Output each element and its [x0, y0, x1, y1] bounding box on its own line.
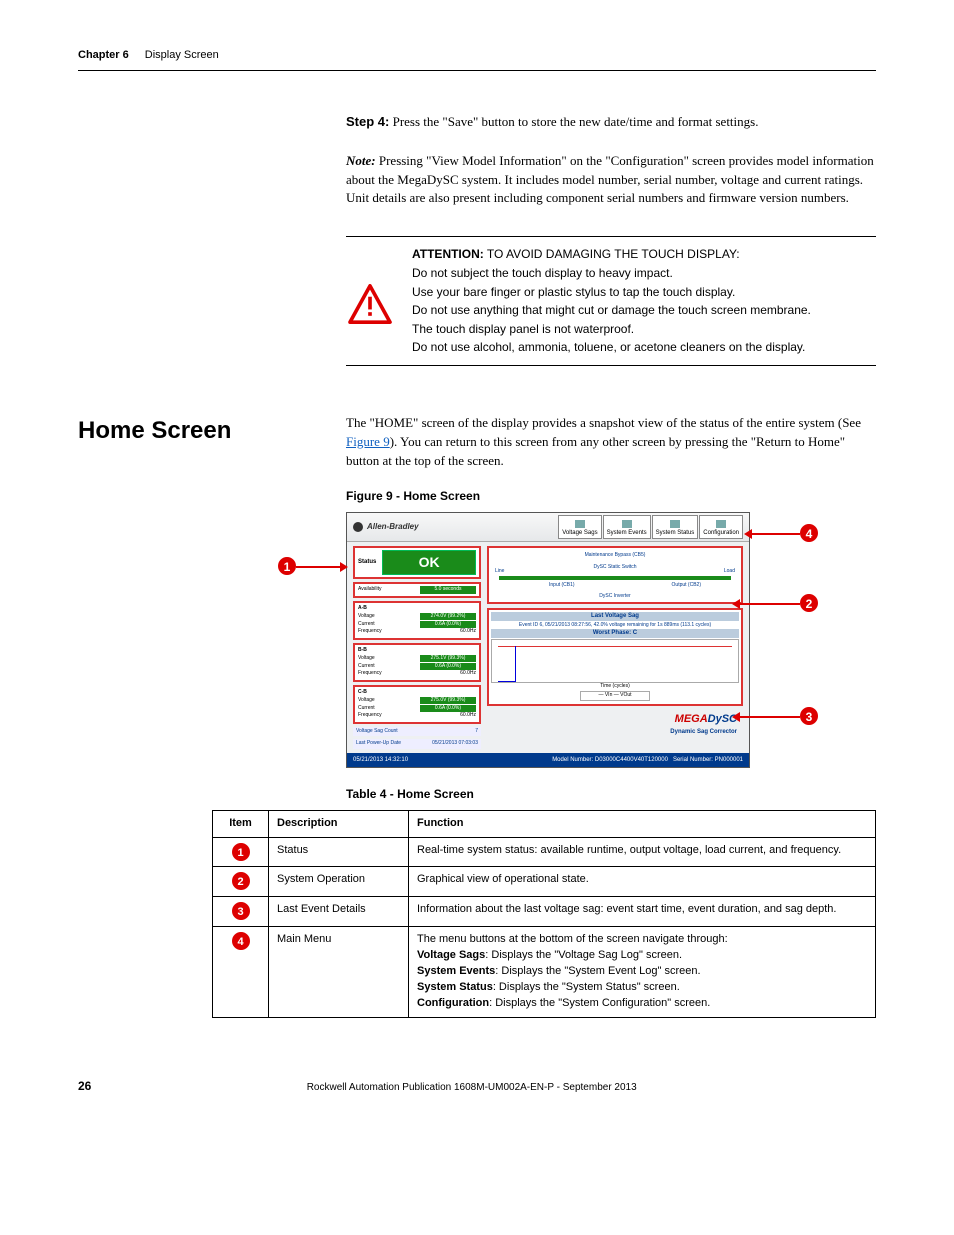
- page-footer: 26 Rockwell Automation Publication 1608M…: [78, 1078, 876, 1096]
- brand: Allen-Bradley: [353, 521, 419, 533]
- row-desc: Status: [269, 837, 409, 867]
- attention-box: ATTENTION: TO AVOID DAMAGING THE TOUCH D…: [346, 236, 876, 366]
- phase-cb: C-B Voltage275.0V (99.3%) Current0.6A (0…: [353, 685, 481, 724]
- warning-icon: [346, 245, 394, 357]
- chapter-label: Chapter 6: [78, 48, 129, 64]
- callout-4: 4: [800, 524, 818, 542]
- item-badge: 3: [232, 902, 250, 920]
- row-func: The menu buttons at the bottom of the sc…: [409, 927, 876, 1018]
- figure-link[interactable]: Figure 9: [346, 434, 390, 449]
- para-post: ). You can return to this screen from an…: [346, 434, 845, 468]
- table-4: Item Description Function 1 Status Real-…: [212, 810, 876, 1018]
- item-badge: 1: [232, 843, 250, 861]
- row-desc: Main Menu: [269, 927, 409, 1018]
- menu-system-events[interactable]: System Events: [603, 515, 651, 540]
- attention-label: ATTENTION:: [412, 247, 484, 261]
- row-func: Real-time system status: available runti…: [409, 837, 876, 867]
- figure-caption: Figure 9 - Home Screen: [346, 488, 876, 505]
- sag-count: Voltage Sag Count7: [353, 727, 481, 736]
- main-menu: Voltage Sags System Events System Status…: [558, 515, 743, 540]
- phase-name: B-B: [358, 647, 476, 654]
- table-row: 1 Status Real-time system status: availa…: [213, 837, 876, 867]
- menu-configuration[interactable]: Configuration: [699, 515, 743, 540]
- table-row: 4 Main Menu The menu buttons at the bott…: [213, 927, 876, 1018]
- status-ok: OK: [382, 550, 476, 574]
- row-desc: Last Event Details: [269, 897, 409, 927]
- last-sag-graph: Last Voltage Sag Event ID 6, 05/21/2013 …: [487, 608, 743, 705]
- page-number: 26: [78, 1078, 91, 1095]
- note-text: Pressing "View Model Information" on the…: [346, 153, 874, 206]
- item-badge: 4: [232, 932, 250, 950]
- figure-9: Allen-Bradley Voltage Sags System Events…: [278, 512, 818, 768]
- chapter-title: Display Screen: [145, 48, 219, 64]
- graph-legend: — VIn — VOut: [580, 691, 650, 700]
- header-rule: [78, 70, 876, 71]
- note-label: Note:: [346, 153, 376, 168]
- graph-plot: [491, 639, 739, 683]
- phase-bb: B-B Voltage275.1V (99.3%) Current0.6A (0…: [353, 643, 481, 682]
- attention-line: Do not use alcohol, ammonia, toluene, or…: [412, 338, 811, 357]
- brand-text: Allen-Bradley: [367, 521, 419, 533]
- note: Note: Pressing "View Model Information" …: [346, 152, 876, 209]
- callout-1: 1: [278, 557, 296, 575]
- graph-info: Event ID 6, 05/21/2013 08:27:56, 42.0% v…: [491, 622, 739, 629]
- attention-line: Do not subject the touch display to heav…: [412, 264, 811, 283]
- product-logo: MEGADySC Dynamic Sag Corrector: [487, 710, 743, 739]
- table-header-row: Item Description Function: [213, 810, 876, 837]
- step4-text: Press the "Save" button to store the new…: [393, 114, 759, 129]
- step4: Step 4: Press the "Save" button to store…: [346, 113, 876, 132]
- table-row: 2 System Operation Graphical view of ope…: [213, 867, 876, 897]
- table-caption: Table 4 - Home Screen: [346, 786, 876, 803]
- status-label: Status: [358, 558, 376, 567]
- para-pre: The "HOME" screen of the display provide…: [346, 415, 861, 430]
- attention-text: ATTENTION: TO AVOID DAMAGING THE TOUCH D…: [412, 245, 811, 357]
- availability-label: Availability: [358, 586, 382, 593]
- clock: 05/21/2013 14:32:10: [353, 756, 408, 765]
- hmi-screenshot: Allen-Bradley Voltage Sags System Events…: [346, 512, 750, 768]
- row-func: Graphical view of operational state.: [409, 867, 876, 897]
- brand-logo-icon: [353, 522, 363, 532]
- table-row: 3 Last Event Details Information about t…: [213, 897, 876, 927]
- running-header: Chapter 6 Display Screen: [78, 48, 876, 64]
- home-screen-para: The "HOME" screen of the display provide…: [346, 414, 876, 471]
- status-panel: Status OK: [353, 546, 481, 578]
- phase-name: A-B: [358, 605, 476, 612]
- item-badge: 2: [232, 872, 250, 890]
- callout-2: 2: [800, 594, 818, 612]
- graph-subtitle: Worst Phase: C: [491, 629, 739, 638]
- availability-value: 5.0 seconds: [420, 586, 476, 593]
- attention-line: Do not use anything that might cut or da…: [412, 301, 811, 320]
- power-up: Last Power-Up Date05/21/2013 07:03:03: [353, 739, 481, 748]
- section-head-home-screen: Home Screen: [78, 414, 346, 449]
- hmi-footer: 05/21/2013 14:32:10 Model Number: D03000…: [347, 753, 749, 768]
- graph-title: Last Voltage Sag: [491, 612, 739, 621]
- menu-system-status[interactable]: System Status: [652, 515, 699, 540]
- step4-label: Step 4:: [346, 114, 389, 129]
- callout-3: 3: [800, 707, 818, 725]
- th-item: Item: [213, 810, 269, 837]
- graph-xaxis: Time (cycles): [491, 683, 739, 690]
- menu-voltage-sags[interactable]: Voltage Sags: [558, 515, 601, 540]
- publication-id: Rockwell Automation Publication 1608M-UM…: [307, 1081, 637, 1096]
- row-func: Information about the last voltage sag: …: [409, 897, 876, 927]
- row-desc: System Operation: [269, 867, 409, 897]
- attention-lead: TO AVOID DAMAGING THE TOUCH DISPLAY:: [487, 247, 740, 261]
- phase-ab: A-B Voltage274.0V (99.2%) Current0.6A (0…: [353, 601, 481, 640]
- attention-line: Use your bare finger or plastic stylus t…: [412, 283, 811, 302]
- th-desc: Description: [269, 810, 409, 837]
- phase-name: C-B: [358, 689, 476, 696]
- th-func: Function: [409, 810, 876, 837]
- availability-panel: Availability 5.0 seconds: [353, 582, 481, 598]
- attention-line: The touch display panel is not waterproo…: [412, 320, 811, 339]
- system-diagram: Maintenance Bypass (CB5) Line Load DySC …: [487, 546, 743, 604]
